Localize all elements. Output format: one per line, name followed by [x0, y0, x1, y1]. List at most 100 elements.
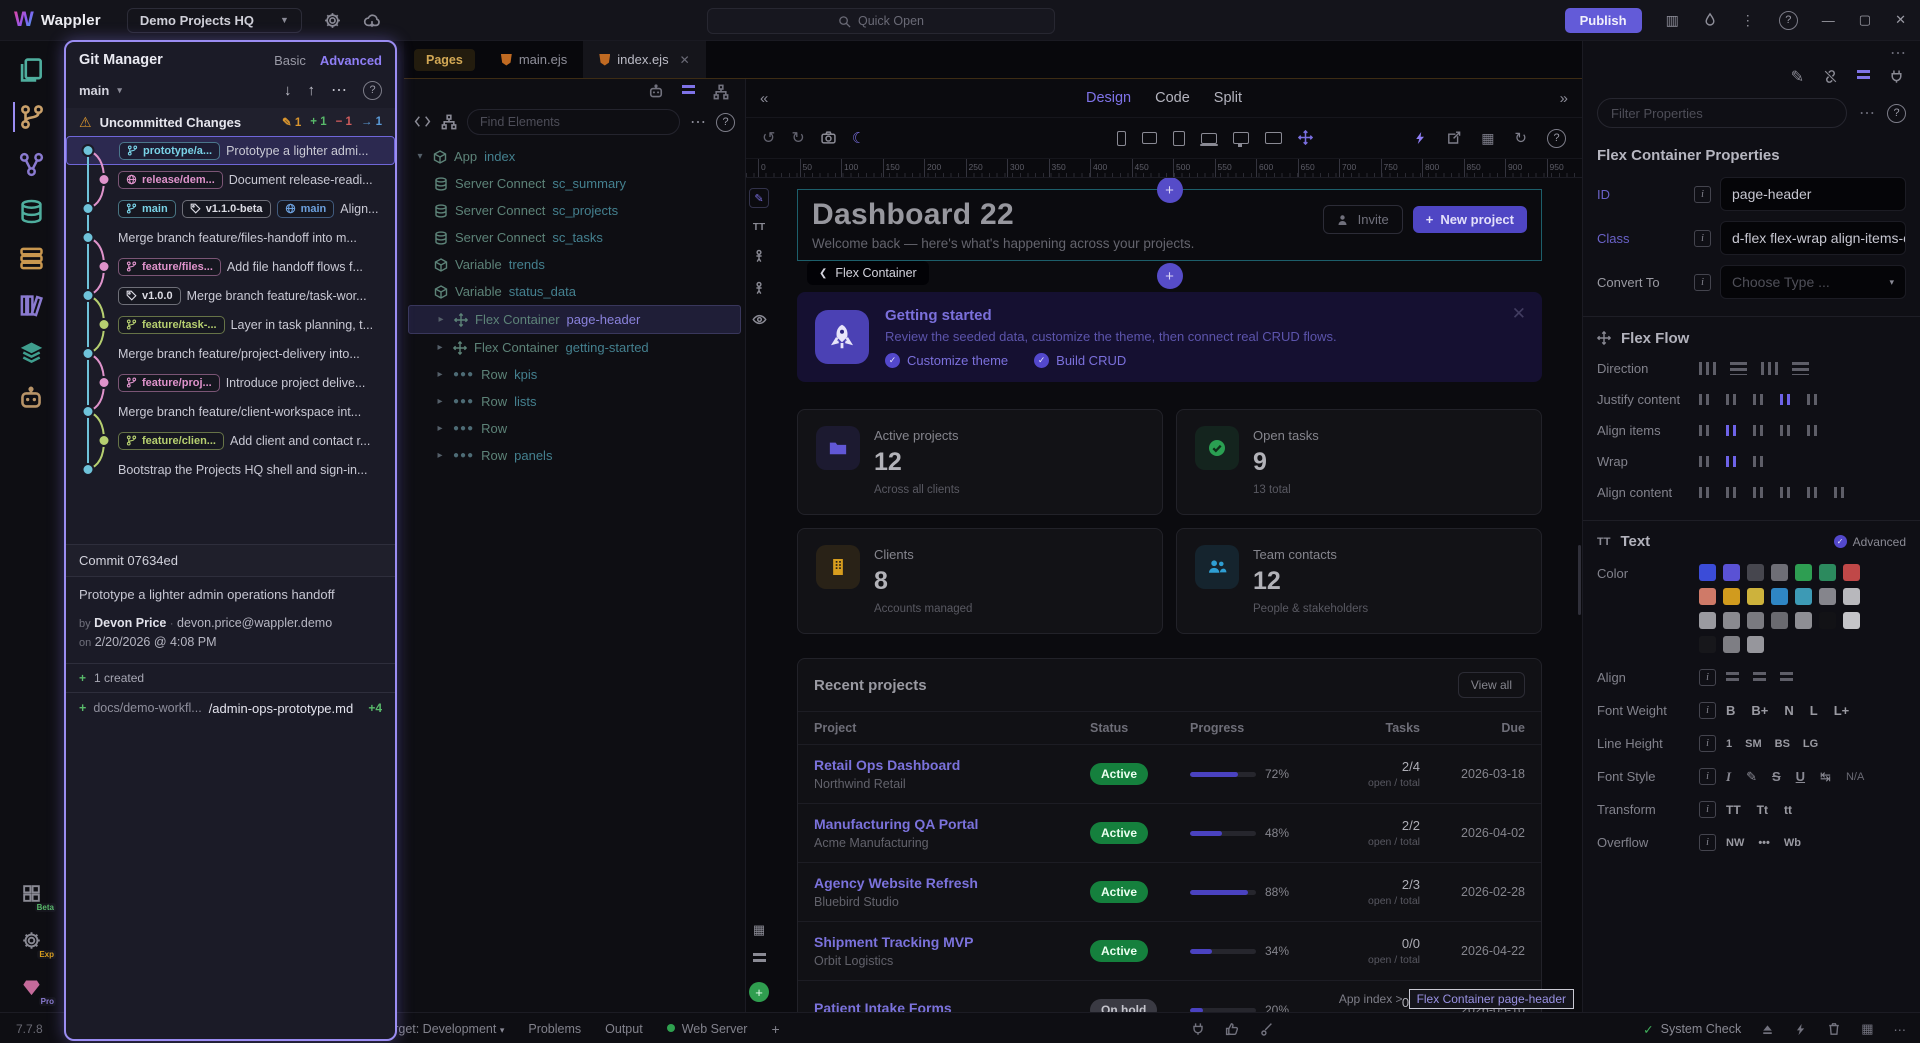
- strikethrough-icon[interactable]: S: [1772, 769, 1781, 784]
- device-monitor-icon[interactable]: [1265, 132, 1282, 144]
- color-swatch[interactable]: [1771, 612, 1788, 629]
- maximize-button[interactable]: ▢: [1859, 12, 1871, 28]
- view-all-button[interactable]: View all: [1458, 672, 1525, 698]
- tag-badge[interactable]: v1.0.0: [118, 287, 181, 305]
- apps-grid-icon[interactable]: ▦: [1861, 1021, 1873, 1037]
- kebab-menu-icon[interactable]: ⋮: [1741, 12, 1755, 29]
- align-items-center-icon[interactable]: [1726, 425, 1739, 436]
- add-element-button[interactable]: +: [749, 982, 769, 1002]
- color-swatch[interactable]: [1795, 564, 1812, 581]
- components-icon[interactable]: [441, 113, 457, 131]
- advanced-toggle[interactable]: ✓Advanced: [1834, 535, 1906, 549]
- created-files-summary[interactable]: + 1 created: [66, 663, 395, 693]
- align-items-start-icon[interactable]: [1699, 425, 1712, 436]
- plug-icon[interactable]: [1889, 68, 1904, 86]
- font-weight-bolder-button[interactable]: B+: [1751, 703, 1768, 718]
- align-content-center-icon[interactable]: [1726, 487, 1739, 498]
- tree-item-var-status-data[interactable]: Variablestatus_data: [404, 278, 745, 305]
- justify-around-icon[interactable]: [1807, 394, 1820, 405]
- getting-started-card[interactable]: Getting started Review the seeded data, …: [797, 292, 1542, 382]
- undo-icon[interactable]: ↺: [762, 128, 775, 148]
- direction-column-icon[interactable]: [1730, 362, 1747, 375]
- tree-help-icon[interactable]: ?: [716, 113, 735, 132]
- color-swatch[interactable]: [1771, 588, 1788, 605]
- cloud-sync-button[interactable]: [363, 12, 381, 29]
- kpi-team-contacts[interactable]: Team contacts 12 People & stakeholders: [1176, 528, 1542, 634]
- table-row[interactable]: Retail Ops DashboardNorthwind Retail Act…: [798, 744, 1541, 803]
- chevron-right-icon[interactable]: ▸: [434, 369, 446, 380]
- chevron-right-icon[interactable]: ▸: [435, 314, 447, 325]
- info-icon[interactable]: i: [1699, 801, 1716, 818]
- color-swatch[interactable]: [1795, 588, 1812, 605]
- page-header-selection[interactable]: + Dashboard 22 Welcome back — here's wha…: [797, 189, 1542, 261]
- problems-button[interactable]: Problems: [528, 1022, 581, 1036]
- grid-overlay-icon[interactable]: ▦: [753, 922, 765, 938]
- dark-mode-icon[interactable]: ☾: [852, 129, 865, 147]
- chevron-right-icon[interactable]: ▸: [434, 450, 446, 461]
- eject-icon[interactable]: [1761, 1022, 1774, 1036]
- color-swatch[interactable]: [1747, 612, 1764, 629]
- line-height-base-button[interactable]: BS: [1775, 738, 1790, 750]
- justify-start-icon[interactable]: [1699, 394, 1712, 405]
- zap-icon[interactable]: [1794, 1022, 1807, 1036]
- pages-button[interactable]: Pages: [414, 49, 475, 71]
- color-swatch[interactable]: [1699, 588, 1716, 605]
- overflow-nowrap-button[interactable]: NW: [1726, 837, 1744, 849]
- device-phone-icon[interactable]: [1117, 131, 1126, 146]
- tab-index-ejs[interactable]: index.ejs ✕: [583, 41, 705, 78]
- kpi-open-tasks[interactable]: Open tasks 9 13 total: [1176, 409, 1542, 515]
- tree-item-sc-summary[interactable]: Server Connectsc_summary: [404, 170, 745, 197]
- color-swatch[interactable]: [1723, 636, 1740, 653]
- rows-overlay-icon[interactable]: [753, 951, 766, 969]
- breadcrumb-current[interactable]: Flex Container page-header: [1409, 989, 1574, 1009]
- qr-preview-icon[interactable]: ▦: [1481, 130, 1494, 147]
- list-icon[interactable]: [1857, 68, 1870, 86]
- uncommitted-changes-row[interactable]: ⚠ Uncommitted Changes ✎ 1 + 1 − 1 → 1: [66, 108, 395, 136]
- actions-bolt-icon[interactable]: [1413, 129, 1427, 147]
- panel-more-icon[interactable]: ⋯: [1890, 43, 1906, 63]
- find-elements-input[interactable]: Find Elements: [467, 109, 680, 135]
- color-swatch[interactable]: [1819, 588, 1836, 605]
- branch-badge[interactable]: feature/task-...: [118, 316, 225, 334]
- changed-file-row[interactable]: + docs/demo-workfl... /admin-ops-prototy…: [66, 693, 395, 724]
- outline-list-icon[interactable]: [682, 83, 695, 101]
- tab-split[interactable]: Split: [1214, 90, 1242, 106]
- new-project-button[interactable]: + New project: [1413, 206, 1527, 233]
- tree-item-row-panels[interactable]: ▸ ●●● Rowpanels: [404, 442, 745, 469]
- device-tablet-landscape-icon[interactable]: [1142, 132, 1157, 144]
- direction-row-icon[interactable]: [1699, 362, 1716, 375]
- line-height-sm-button[interactable]: SM: [1745, 738, 1762, 750]
- rail-item-experimental[interactable]: Exp: [14, 925, 48, 955]
- tab-code[interactable]: Code: [1155, 90, 1190, 106]
- filter-more-icon[interactable]: ⋯: [1859, 103, 1875, 123]
- fit-view-icon[interactable]: [1298, 129, 1313, 147]
- highlight-pen-icon[interactable]: ✎: [1746, 769, 1757, 785]
- lowercase-button[interactable]: tt: [1784, 803, 1792, 817]
- font-weight-light-button[interactable]: L: [1810, 703, 1818, 718]
- align-items-baseline-icon[interactable]: [1807, 425, 1820, 436]
- info-icon[interactable]: i: [1699, 768, 1716, 785]
- align-items-end-icon[interactable]: [1753, 425, 1766, 436]
- rail-item-pages[interactable]: [14, 55, 48, 85]
- line-height-lg-button[interactable]: LG: [1803, 738, 1818, 750]
- table-row[interactable]: Manufacturing QA PortalAcme Manufacturin…: [798, 803, 1541, 862]
- align-content-stretch-icon[interactable]: [1834, 487, 1847, 498]
- branch-badge[interactable]: feature/clien...: [118, 432, 224, 450]
- chevron-right-icon[interactable]: ▸: [434, 342, 446, 353]
- color-swatch[interactable]: [1747, 564, 1764, 581]
- unlink-icon[interactable]: [1823, 68, 1838, 86]
- kpi-active-projects[interactable]: Active projects 12 Across all clients: [797, 409, 1163, 515]
- color-swatch[interactable]: [1819, 612, 1836, 629]
- overflow-wordbreak-button[interactable]: Wb: [1784, 837, 1801, 849]
- tree-more-icon[interactable]: ⋯: [690, 112, 706, 132]
- capitalize-button[interactable]: Tt: [1757, 803, 1768, 817]
- italic-icon[interactable]: I: [1726, 769, 1731, 785]
- web-server-status[interactable]: Web Server: [667, 1022, 748, 1036]
- convert-to-select[interactable]: Choose Type ...▾: [1720, 265, 1906, 299]
- code-view-icon[interactable]: [414, 113, 431, 131]
- font-style-na[interactable]: N/A: [1846, 771, 1864, 783]
- mannequin-icon[interactable]: [752, 247, 766, 265]
- align-left-icon[interactable]: [1726, 672, 1739, 683]
- collapse-left-icon[interactable]: «: [760, 90, 768, 107]
- align-content-start-icon[interactable]: [1699, 487, 1712, 498]
